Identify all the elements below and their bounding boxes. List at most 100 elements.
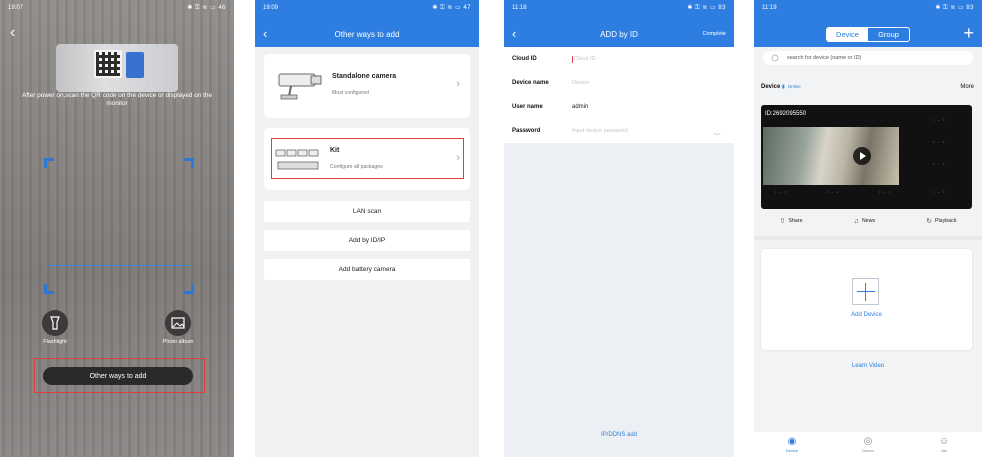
status-icons: ✱ ⚿ ≋ ▭ 47 [432,4,471,11]
highlight-box [34,358,205,393]
battery-level: 46 [218,4,226,11]
add-battery-camera-button[interactable]: Add battery camera [264,259,470,280]
tab-me[interactable]: ☺ Me [924,432,964,457]
frame-corner [44,158,54,168]
tab-device-bottom[interactable]: ◉ Device [772,432,812,457]
status-bar: 19:07 ✱ ⚿ ≋ ▭ 46 [0,0,234,15]
flashlight-icon [50,316,60,330]
phone-screen-icon [126,52,144,78]
frame-corner [44,284,54,294]
field-label: User name [512,104,543,110]
signal-icon: ▮ [782,84,785,90]
chevron-right-icon: › [456,78,460,90]
camera-slot-indicator: • – • [775,189,788,194]
nav-bar: 19:09 ✱ ⚿ ≋ ▭ 47 ‹ Other ways to add [255,0,479,47]
camera-slot-indicator: • – • [933,117,946,122]
news-button[interactable]: ♫ News [854,218,876,225]
back-arrow-icon[interactable]: ‹ [10,25,15,41]
nav-bar: 11:18 ✱ ⚿ ≋ ▭ 83 ‹ ADD by ID Complete [504,0,734,47]
status-bar: 19:09 ✱ ⚿ ≋ ▭ 47 [255,0,479,15]
scan-hint-text: After power on,scan the QR code on the d… [21,92,213,107]
photo-album-icon [171,317,185,329]
person-icon: ☺ [938,436,950,447]
flashlight-label: Flashlight [43,339,67,345]
nav-bar: 11:19 ✱ ⚿ ≋ ▭ 83 Device Group + [754,0,982,47]
search-icon [771,54,779,62]
video-preview[interactable]: ID:2692095550 • – • • – • • – • • – • • … [761,105,972,209]
add-plus-icon[interactable]: + [963,24,974,42]
status-time: 11:18 [512,4,527,11]
add-by-id-ip-button[interactable]: Add by ID/IP [264,230,470,251]
frame-corner [184,284,194,294]
playback-icon: ↻ [926,218,932,225]
battery-level: 83 [966,4,974,11]
photo-album-button[interactable] [165,310,191,336]
eye-closed-icon[interactable]: ‿ [714,127,720,135]
video-device-id: ID:2692095550 [765,111,807,117]
more-button[interactable]: More [960,84,974,90]
bell-icon: ♫ [853,217,859,225]
tab-group[interactable]: Group [868,28,909,41]
add-by-id-screen: 11:18 ✱ ⚿ ≋ ▭ 83 ‹ ADD by ID Complete Cl… [504,0,734,457]
device-group-toggle: Device Group [826,27,910,42]
status-icons: ✱ ⚿ ≋ ▭ 83 [935,4,974,11]
battery-level: 83 [718,4,726,11]
text-cursor [572,55,573,63]
status-time: 19:07 [8,4,24,11]
status-bar: 11:19 ✱ ⚿ ≋ ▭ 83 [754,0,982,15]
video-actions: ⇧ Share ♫ News ↻ Playback [754,217,982,226]
user-name-field[interactable]: User name admin [504,95,734,119]
battery-level: 47 [463,4,471,11]
field-label: Cloud ID [512,56,537,62]
camera-slot-indicator: • – • [879,189,892,194]
device-label: Device [761,84,781,90]
online-status: Online [787,84,801,89]
search-input[interactable]: search for device (name or ID) [763,51,973,65]
learn-video-link[interactable]: Learn Video [754,363,982,369]
camera-slot-indicator: • – • [933,161,946,166]
qr-illustration [56,44,178,92]
bottom-tab-bar: ◉ Device ◎ Discov ☺ Me [754,432,982,457]
status-time: 11:19 [762,4,777,11]
playback-label: Playback [934,218,957,224]
playback-button[interactable]: ↻ Playback [926,217,956,225]
camera-slot-indicator: • – • [933,139,946,144]
page-title: Other ways to add [334,30,400,39]
bullet-camera-icon [278,73,322,100]
field-placeholder: Cloud ID [574,56,596,62]
field-value: admin [572,104,589,110]
share-icon: ⇧ [779,218,786,225]
tab-device[interactable]: Device [827,28,868,41]
camera-slot-indicator: • – • [827,189,840,194]
field-placeholder: Input device password [572,128,628,134]
page-title: ADD by ID [600,30,638,39]
field-label: Password [512,128,541,134]
field-label: Device name [512,80,549,86]
cloud-id-field[interactable]: Cloud ID Cloud ID [504,47,734,71]
status-time: 19:09 [263,4,279,11]
photo-album-label: Photo album [162,339,194,345]
highlight-box [271,138,464,179]
device-name-field[interactable]: Device name Device [504,71,734,95]
other-ways-screen: 19:09 ✱ ⚿ ≋ ▭ 47 ‹ Other ways to add Sta… [255,0,479,457]
status-icons: ✱ ⚿ ≋ ▭ 46 [187,4,226,11]
qr-code-icon [94,50,122,78]
tab-discover[interactable]: ◎ Discov [848,432,888,457]
camera-slot-indicator: • – • [933,189,946,194]
ip-ddns-add-link[interactable]: IP/DDNS add [504,432,734,438]
complete-button[interactable]: Complete [702,31,726,37]
field-placeholder: Device [572,80,590,86]
device-name: Device ▮ Online [761,84,801,90]
lan-scan-button[interactable]: LAN scan [264,201,470,222]
search-placeholder: search for device (name or ID) [787,55,862,61]
password-field[interactable]: Password Input device password ‿ [504,119,734,143]
device-list-screen: 11:19 ✱ ⚿ ≋ ▭ 83 Device Group + search f… [754,0,982,457]
flashlight-button[interactable] [42,310,68,336]
add-device-card[interactable]: Add Device [761,249,972,350]
play-button[interactable] [853,147,871,165]
share-button[interactable]: ⇧ Share [780,217,803,225]
frame-corner [184,158,194,168]
option-standalone-camera[interactable]: Standalone camera Most configured › [264,54,470,118]
share-label: Share [788,218,803,224]
add-device-plus-icon[interactable] [852,278,879,305]
